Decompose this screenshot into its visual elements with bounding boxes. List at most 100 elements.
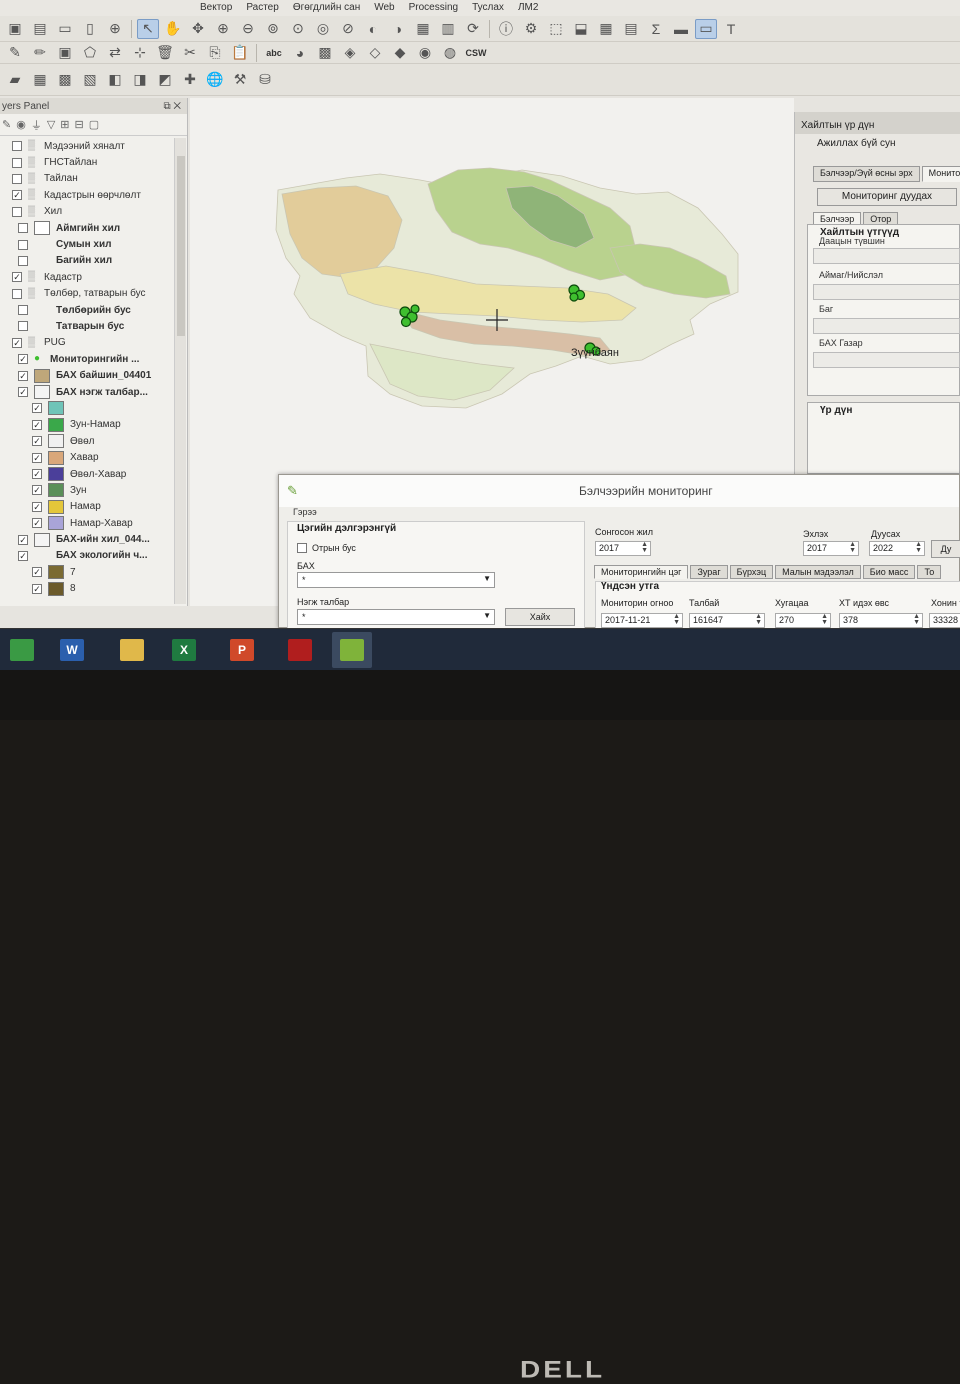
menu-processing[interactable]: Processing: [409, 0, 458, 16]
move-feature-icon[interactable]: ⇄: [104, 43, 126, 63]
taskbar-app[interactable]: [2, 632, 42, 668]
layer-tree-item[interactable]: ✓ БАХ-ийн хил_044...: [0, 531, 172, 547]
node-tool-icon[interactable]: ⊹: [129, 43, 151, 63]
layer-visibility-checkbox[interactable]: ✓: [12, 272, 22, 283]
layer-visibility-checkbox[interactable]: ✓: [18, 550, 28, 561]
tab-more[interactable]: То: [917, 565, 942, 579]
layer-tree-item[interactable]: ✓ Зун: [0, 482, 172, 498]
map-tips-icon[interactable]: ▭: [695, 18, 717, 39]
pin-labels-icon[interactable]: ◈: [339, 43, 361, 63]
layer-tree-item[interactable]: ▒ Тайлан: [0, 171, 172, 187]
menu-help[interactable]: Туслах: [472, 0, 504, 16]
layer-visibility-checkbox[interactable]: [18, 305, 28, 316]
panel-close-icon[interactable]: ⧉ ✕: [163, 101, 181, 112]
layer-tree-item[interactable]: ✓: [0, 400, 172, 416]
layer-visibility-checkbox[interactable]: [12, 206, 22, 217]
run-feature-action-icon[interactable]: ⚙: [520, 19, 542, 39]
layer-visibility-checkbox[interactable]: ✓: [32, 518, 42, 529]
layer-tree-item[interactable]: Татварын бус: [0, 318, 172, 334]
layer-labeling-icon[interactable]: ▩: [314, 43, 336, 63]
menu-web[interactable]: Web: [374, 0, 394, 16]
save-edits-icon[interactable]: ▣: [54, 43, 76, 63]
scrollbar-thumb[interactable]: [177, 156, 185, 336]
layer-visibility-checkbox[interactable]: ✓: [32, 567, 42, 578]
tab-livestock[interactable]: Малын мэдээлэл: [775, 565, 861, 579]
add-feature-icon[interactable]: ⬠: [79, 43, 101, 63]
layer-tree-item[interactable]: ▒ Төлбөр, татварын бус: [0, 286, 172, 302]
search-button[interactable]: Хайх: [505, 608, 575, 626]
start-year-spinbox[interactable]: 2017 ▲ ▼: [803, 541, 859, 556]
layer-tree-item[interactable]: ▒ Мэдээний хяналт: [0, 138, 172, 154]
layer-visibility-checkbox[interactable]: ✓: [32, 583, 42, 594]
zoom-native-icon[interactable]: ⊘: [337, 19, 359, 39]
csw-icon[interactable]: CSW: [464, 43, 488, 63]
attribute-table-icon[interactable]: ▤: [620, 19, 642, 39]
layer-visibility-checkbox[interactable]: ✓: [32, 452, 42, 463]
layer-tree-item[interactable]: Сумын хил: [0, 236, 172, 252]
layer-tree-item[interactable]: Аймгийн хил: [0, 220, 172, 236]
bah-land-field[interactable]: [813, 352, 960, 368]
taskbar-app[interactable]: [332, 632, 372, 668]
monitoring-point[interactable]: [410, 304, 420, 314]
layer-tree-item[interactable]: ✓ БАХ экологийн ч...: [0, 548, 172, 564]
rotate-label-icon[interactable]: ◉: [414, 43, 436, 63]
zoom-next-icon[interactable]: ◑: [387, 19, 409, 39]
menu-database[interactable]: Өгөгдлийн сан: [293, 0, 360, 16]
call-monitoring-button[interactable]: Мониторинг дуудах: [817, 188, 957, 206]
layer-tree-item[interactable]: ✓ 7: [0, 564, 172, 580]
layer-tree-item[interactable]: ▒ Хил: [0, 204, 172, 220]
layer-tree-item[interactable]: ▒ ГНСТайлан: [0, 154, 172, 170]
layer-visibility-checkbox[interactable]: [12, 288, 22, 299]
add-postgis-layer-icon[interactable]: ▩: [54, 70, 76, 90]
globe-icon[interactable]: 🌐: [204, 70, 226, 90]
monitoring-point[interactable]: [400, 316, 412, 328]
add-spatialite-layer-icon[interactable]: ▧: [79, 70, 101, 90]
add-group-icon[interactable]: ✎: [2, 118, 11, 131]
taskbar-app[interactable]: [112, 632, 152, 668]
layer-tree-item[interactable]: ✓ ▒ PUG: [0, 335, 172, 351]
label-abc-icon[interactable]: abc: [262, 43, 286, 63]
expand-all-icon[interactable]: ⊞: [60, 118, 69, 131]
otor-checkbox[interactable]: [297, 543, 307, 553]
spin-arrows-icon[interactable]: ▲ ▼: [755, 613, 762, 626]
selected-year-spinbox[interactable]: 2017 ▲ ▼: [595, 541, 651, 556]
tab-photo[interactable]: Зураг: [690, 565, 728, 579]
pie-chart-icon[interactable]: ◕: [289, 43, 311, 63]
refresh-icon[interactable]: ⟳: [462, 19, 484, 39]
spin-arrows-icon[interactable]: ▲ ▼: [915, 541, 922, 554]
layer-tree-item[interactable]: ✓ БАХ нэгж талбар...: [0, 384, 172, 400]
layer-visibility-checkbox[interactable]: ✓: [12, 190, 22, 201]
spin-arrows-icon[interactable]: ▲ ▼: [849, 541, 856, 554]
edits-icon[interactable]: ✎: [4, 43, 26, 63]
toggle-editing-icon[interactable]: ✏: [29, 43, 51, 63]
layer-visibility-checkbox[interactable]: [18, 321, 28, 332]
save-as-icon[interactable]: ▤: [29, 19, 51, 39]
layer-tree-item[interactable]: ✓ БАХ байшин_04401: [0, 367, 172, 383]
layer-tree-item[interactable]: Багийн хил: [0, 253, 172, 269]
layer-visibility-checkbox[interactable]: ✓: [32, 485, 42, 496]
bookmark-icon[interactable]: ▦: [412, 19, 434, 39]
layer-visibility-checkbox[interactable]: [12, 141, 22, 152]
capacity-field[interactable]: [813, 248, 960, 264]
layer-visibility-checkbox[interactable]: [18, 255, 28, 266]
layer-visibility-checkbox[interactable]: ✓: [18, 370, 28, 381]
taskbar-app[interactable]: X: [164, 632, 204, 668]
spin-arrows-icon[interactable]: ▲ ▼: [641, 541, 648, 554]
pan-hand-icon[interactable]: ✋: [162, 19, 184, 39]
zoom-out-icon[interactable]: ⊖: [237, 19, 259, 39]
zoom-full-icon[interactable]: ⊚: [262, 19, 284, 39]
end-action-button[interactable]: Ду: [931, 540, 960, 558]
spin-arrows-icon[interactable]: ▲ ▼: [673, 613, 680, 626]
layer-visibility-checkbox[interactable]: [12, 173, 22, 184]
measure-icon[interactable]: ▬: [670, 19, 692, 39]
show-bookmarks-icon[interactable]: ▥: [437, 19, 459, 39]
deselect-icon[interactable]: ⬓: [570, 19, 592, 39]
spin-arrows-icon[interactable]: ▲ ▼: [821, 613, 828, 626]
layer-visibility-checkbox[interactable]: [12, 157, 22, 168]
manage-visibility-icon[interactable]: ◉: [16, 118, 26, 131]
copy-features-icon[interactable]: ⎘: [204, 43, 226, 63]
layer-tree-item[interactable]: ✓ Өвөл-Хавар: [0, 466, 172, 482]
taskbar-app[interactable]: P: [222, 632, 262, 668]
layer-visibility-checkbox[interactable]: ✓: [32, 403, 42, 414]
add-wms-layer-icon[interactable]: ◧: [104, 70, 126, 90]
